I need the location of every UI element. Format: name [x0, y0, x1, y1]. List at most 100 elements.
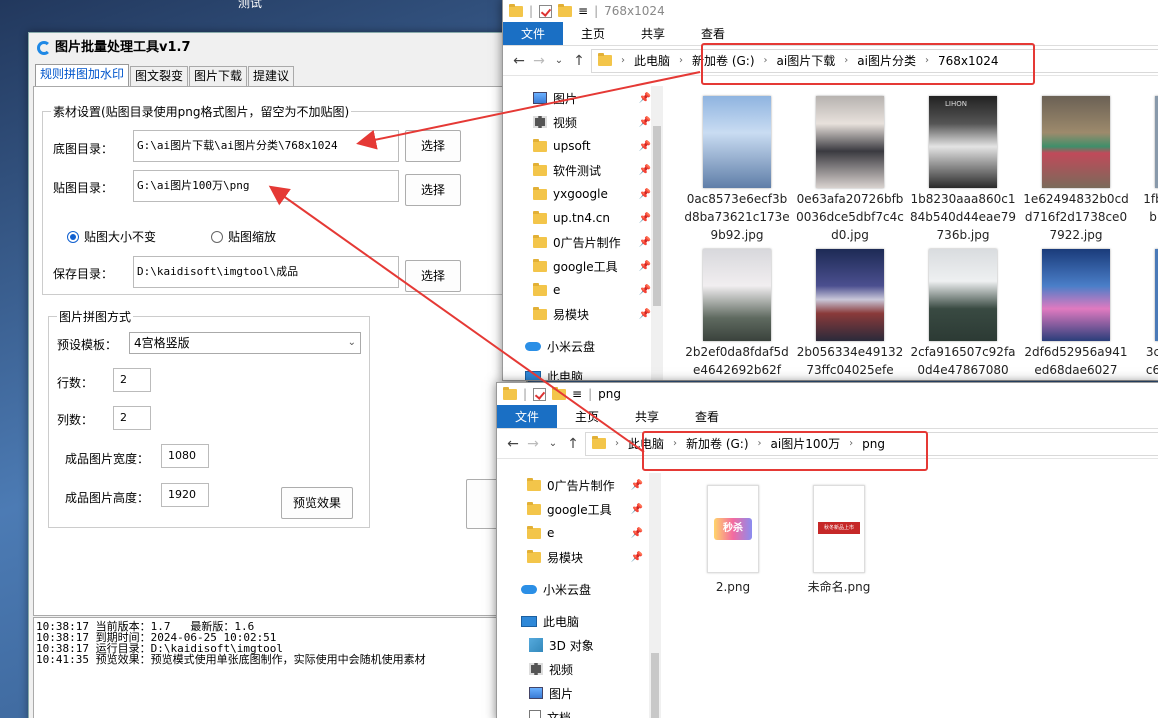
up-arrow-icon[interactable]: ↑	[571, 53, 587, 69]
nav-item-ad-film[interactable]: 0广告片制作 📌	[527, 473, 651, 497]
ribbon-tab-home[interactable]: 主页	[563, 22, 623, 45]
file-name[interactable]: 2cfa916507c92fa0d4e47867080	[909, 343, 1017, 379]
nav-label: 易模块	[553, 307, 590, 322]
preview-button[interactable]: 预览效果	[281, 487, 353, 519]
nav-item-software-test[interactable]: 软件测试 📌	[533, 158, 659, 182]
pin-icon: 📌	[630, 551, 643, 563]
file-name-partial[interactable]: 3cc6	[1143, 343, 1158, 379]
file-name[interactable]: 1b8230aaa860c184b540d44eae79736b.jpg	[909, 190, 1017, 244]
pin-icon: 📌	[630, 527, 643, 539]
rows-input[interactable]: 2	[113, 368, 151, 392]
scroll-thumb[interactable]	[651, 653, 659, 718]
nav-item-videos[interactable]: 视频	[529, 657, 651, 681]
ribbon-tab-view[interactable]: 查看	[677, 405, 737, 428]
nav-item-easy-module[interactable]: 易模块 📌	[527, 545, 651, 569]
file-name[interactable]: 未命名.png	[785, 578, 893, 596]
image-thumbnail[interactable]: LIHON	[929, 96, 997, 188]
recent-chevron-icon[interactable]: ⌄	[551, 55, 567, 66]
back-arrow-icon[interactable]: ←	[511, 53, 527, 69]
choose-sticker-dir-button[interactable]: 选择	[405, 174, 461, 206]
tab-mosaic-watermark[interactable]: 规则拼图加水印	[35, 64, 130, 86]
nav-item-e[interactable]: e 📌	[533, 278, 659, 302]
qa-dropdown-icon[interactable]: ≡	[572, 387, 582, 401]
nav-item-this-pc[interactable]: 此电脑	[521, 609, 651, 633]
radio-scale[interactable]: 贴图缩放	[211, 228, 276, 245]
nav-item-videos[interactable]: 视频 📌	[533, 110, 659, 134]
qa-dropdown-icon[interactable]: ≡	[578, 4, 588, 18]
forward-arrow-icon[interactable]: →	[531, 53, 547, 69]
nav-item-google-tools[interactable]: google工具 📌	[527, 497, 651, 521]
cols-input[interactable]: 2	[113, 406, 151, 430]
image-thumbnail[interactable]	[703, 96, 771, 188]
preset-label: 预设模板：	[57, 338, 118, 352]
preset-template-value: 4宫格竖版	[134, 336, 190, 350]
new-folder-icon[interactable]	[552, 386, 567, 400]
properties-check-icon[interactable]	[533, 387, 547, 401]
tab-image-download[interactable]: 图片下载	[189, 66, 248, 86]
nav-item-google-tools[interactable]: google工具 📌	[533, 254, 659, 278]
new-folder-icon[interactable]	[558, 3, 573, 17]
nav-item-upsoft[interactable]: upsoft 📌	[533, 134, 659, 158]
recent-chevron-icon[interactable]: ⌄	[545, 438, 561, 449]
nav-item-e[interactable]: e 📌	[527, 521, 651, 545]
ribbon-tab-share[interactable]: 共享	[617, 405, 677, 428]
width-input[interactable]: 1080	[161, 444, 209, 468]
nav-item-xiaomi-cloud[interactable]: 小米云盘	[525, 334, 659, 358]
nav-item-pictures[interactable]: 图片	[529, 681, 651, 705]
png-thumbnail[interactable]: 秋冬新品上市	[813, 485, 865, 573]
image-thumbnail[interactable]	[816, 249, 884, 341]
file-name[interactable]: 0ac8573e6ecf3bd8ba73621c173e9b92.jpg	[683, 190, 791, 244]
ribbon-tab-file[interactable]: 文件	[497, 405, 558, 428]
nav-item-this-pc[interactable]: 此电脑	[525, 364, 659, 380]
forward-arrow-icon[interactable]: →	[525, 436, 541, 452]
choose-save-dir-button[interactable]: 选择	[405, 260, 461, 292]
pin-icon: 📌	[638, 236, 651, 248]
ribbon-tab-file[interactable]: 文件	[503, 22, 564, 45]
file-name[interactable]: 2b056334e4913273ffc04025efe	[796, 343, 904, 379]
png-thumbnail[interactable]: 秒杀	[707, 485, 759, 573]
nav-item-pictures[interactable]: 图片 📌	[533, 86, 659, 110]
nav-item-up-tn4[interactable]: up.tn4.cn 📌	[533, 206, 659, 230]
file-name-partial[interactable]: 1fbb	[1143, 190, 1158, 226]
file-name[interactable]: 2df6d52956a941ed68dae6027	[1022, 343, 1130, 379]
nav-item-yxgoogle[interactable]: yxgoogle 📌	[533, 182, 659, 206]
image-thumbnail[interactable]	[929, 249, 997, 341]
choose-base-dir-button[interactable]: 选择	[405, 130, 461, 162]
breadcrumb-item[interactable]: 此电脑	[634, 52, 670, 69]
ribbon-tab-home[interactable]: 主页	[557, 405, 617, 428]
scroll-thumb[interactable]	[653, 126, 661, 306]
nav-label: 视频	[553, 115, 578, 130]
save-dir-input[interactable]: D:\kaidisoft\imgtool\成品	[133, 256, 399, 288]
nav-item-xiaomi-cloud[interactable]: 小米云盘	[521, 577, 651, 601]
back-arrow-icon[interactable]: ←	[505, 436, 521, 452]
tab-suggestion[interactable]: 提建议	[248, 66, 295, 86]
chevron-right-icon: ›	[615, 438, 619, 449]
file-name[interactable]: 1e62494832b0cdd716f2d1738ce07922.jpg	[1022, 190, 1130, 244]
properties-check-icon[interactable]	[539, 4, 553, 18]
file-name[interactable]: 2.png	[679, 578, 787, 596]
ribbon-tab-view[interactable]: 查看	[683, 22, 743, 45]
base-dir-input[interactable]: G:\ai图片下载\ai图片分类\768x1024	[133, 130, 399, 162]
navigation-pane: 图片 📌 视频 📌 upsoft 📌 软件测试 📌 yxgoogle 📌 up.tn4.c…	[503, 86, 663, 380]
nav-scrollbar[interactable]	[651, 86, 663, 380]
nav-item-documents[interactable]: 文档	[529, 705, 651, 718]
radio-keep-size[interactable]: 贴图大小不变	[67, 228, 156, 245]
file-name[interactable]: 2b2ef0da8fdaf5de4642692b62f	[683, 343, 791, 379]
image-thumbnail[interactable]	[1042, 249, 1110, 341]
image-thumbnail[interactable]	[703, 249, 771, 341]
mosaic-group-legend: 图片拼图方式	[57, 308, 134, 325]
nav-item-3d-objects[interactable]: 3D 对象	[529, 633, 651, 657]
folder-icon	[509, 3, 523, 17]
tab-image-fission[interactable]: 图文裂变	[130, 66, 189, 86]
ribbon-tab-share[interactable]: 共享	[623, 22, 683, 45]
file-name[interactable]: 0e63afa20726bfb0036dce5dbf7c4cd0.jpg	[796, 190, 904, 244]
image-thumbnail[interactable]	[816, 96, 884, 188]
up-arrow-icon[interactable]: ↑	[565, 436, 581, 452]
preset-template-select[interactable]: 4宫格竖版 ⌄	[129, 332, 361, 354]
nav-item-easy-module[interactable]: 易模块 📌	[533, 302, 659, 326]
nav-item-ad-film[interactable]: 0广告片制作 📌	[533, 230, 659, 254]
height-input[interactable]: 1920	[161, 483, 209, 507]
nav-scrollbar[interactable]	[649, 473, 661, 718]
sticker-dir-input[interactable]: G:\ai图片100万\png	[133, 170, 399, 202]
image-thumbnail[interactable]	[1042, 96, 1110, 188]
